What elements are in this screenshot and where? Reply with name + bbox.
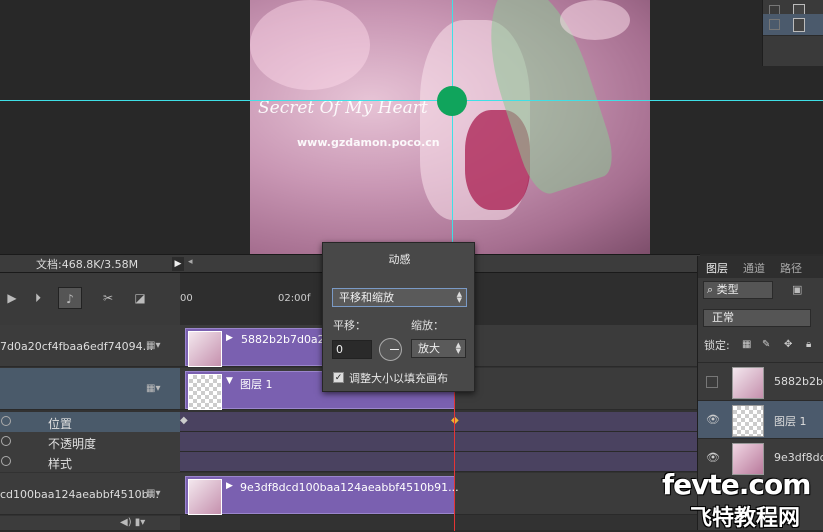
horizontal-guide[interactable] bbox=[0, 100, 823, 101]
layer-thumbnail bbox=[732, 405, 764, 437]
clip-thumbnail bbox=[188, 374, 222, 410]
layer-row-selected[interactable]: 👁︎ 图层 1 bbox=[698, 400, 823, 438]
property-label: 不透明度 bbox=[48, 437, 97, 451]
pan-angle-input[interactable]: 0 bbox=[332, 340, 372, 359]
property-row-position[interactable]: 位置 bbox=[0, 412, 180, 432]
ruler-label-start: 00 bbox=[180, 293, 193, 304]
stopwatch-icon[interactable] bbox=[1, 416, 11, 426]
zoom-select[interactable]: 放大 ▲ ▼ bbox=[411, 339, 466, 358]
track-name: 7d0a20cf4fbaa6edf74094... bbox=[0, 340, 154, 353]
tab-layers[interactable]: 图层 bbox=[706, 260, 728, 276]
next-frame-icon[interactable]: ⏵ bbox=[26, 287, 50, 309]
lock-position-icon[interactable]: ✥ bbox=[784, 339, 795, 350]
photo-preview bbox=[250, 0, 650, 254]
zoom-label: 缩放： bbox=[411, 319, 444, 332]
film-icon[interactable]: ▦▾ bbox=[146, 340, 160, 351]
photo-signature: Secret Of My Heart bbox=[258, 98, 428, 118]
track-header-selected[interactable]: ▦▾ bbox=[0, 368, 180, 410]
lock-all-icon[interactable]: 🔒︎ bbox=[806, 339, 817, 350]
audio-track-icon[interactable]: ◀) ▮▾ bbox=[120, 517, 145, 528]
property-label: 位置 bbox=[48, 417, 73, 431]
property-row-opacity[interactable]: 不透明度 bbox=[0, 432, 180, 452]
film-icon[interactable]: ▦▾ bbox=[146, 488, 160, 499]
photo-url-watermark: www.gzdamon.poco.cn bbox=[297, 136, 440, 149]
layer-name: 9e3df8dcd bbox=[774, 451, 823, 464]
popup-title: 动感 bbox=[388, 253, 411, 266]
keyframe-lane: ◆ ◆ bbox=[180, 412, 697, 432]
mini-layer-row[interactable] bbox=[763, 14, 823, 36]
layer-name: 5882b2b7 bbox=[774, 375, 823, 388]
site-watermark-cn: 飞特教程网 bbox=[690, 506, 801, 531]
track-name: cd100baa124aeabbf4510b... bbox=[0, 488, 160, 501]
blend-mode-select[interactable]: 正常 bbox=[703, 309, 811, 327]
tab-channels[interactable]: 通道 bbox=[743, 260, 765, 276]
lock-label: 锁定: bbox=[704, 339, 730, 352]
video-clip[interactable]: ▶ 9e3df8dcd100baa124aeabbf4510b91... bbox=[185, 476, 459, 515]
filter-type: 类型 bbox=[716, 283, 739, 296]
eye-icon[interactable]: 👁︎ bbox=[706, 452, 720, 464]
property-row-style[interactable]: 样式 bbox=[0, 452, 180, 472]
resize-checkbox[interactable]: ✓ bbox=[333, 372, 344, 383]
mini-layers-panel bbox=[762, 0, 823, 66]
pan-anchor-dot[interactable] bbox=[437, 86, 467, 116]
video-clip[interactable]: ▶ 5882b2b7d0a20 bbox=[185, 328, 332, 367]
visibility-toggle[interactable] bbox=[706, 376, 718, 388]
stopwatch-icon[interactable] bbox=[1, 456, 11, 466]
select-arrows-icon: ▲ ▼ bbox=[456, 290, 462, 304]
status-menu-arrow-icon[interactable]: ▶ bbox=[172, 257, 184, 271]
clip-expand-icon[interactable]: ▶ bbox=[226, 481, 233, 491]
layer-row[interactable]: 5882b2b7 bbox=[698, 362, 823, 400]
tab-paths[interactable]: 路径 bbox=[780, 260, 802, 276]
layer-name: 图层 1 bbox=[774, 415, 807, 428]
image-filter-icon[interactable]: ▣ bbox=[792, 283, 802, 296]
clip-thumbnail bbox=[188, 479, 222, 515]
stopwatch-icon[interactable] bbox=[1, 436, 11, 446]
site-watermark: fevte.com bbox=[662, 468, 811, 501]
split-scissors-icon[interactable]: ✂ bbox=[96, 287, 120, 309]
pan-label: 平移： bbox=[333, 319, 366, 332]
clip-title: 图层 1 bbox=[240, 378, 273, 391]
resize-label: 调整大小以填充画布 bbox=[349, 372, 448, 385]
clip-expand-icon[interactable]: ▶ bbox=[226, 333, 233, 343]
keyframe-lane bbox=[180, 432, 697, 452]
timeline-toolbar: ▶ ⏵ ♪ ✂ ◪ bbox=[0, 273, 180, 325]
audio-track-header[interactable]: ◀) ▮▾ bbox=[0, 516, 180, 531]
motion-popup: 动感 平移和缩放 ▲ ▼ 平移： 缩放： 0 放大 ▲ ▼ ✓ 调整大小以填充画布 bbox=[322, 242, 475, 392]
dial-needle bbox=[390, 349, 399, 350]
audio-icon[interactable]: ♪ bbox=[58, 287, 82, 309]
track-lane: ▶ 9e3df8dcd100baa124aeabbf4510b91... bbox=[180, 473, 697, 515]
selected-preset: 平移和缩放 bbox=[339, 291, 394, 304]
play-icon[interactable]: ▶ bbox=[0, 287, 24, 309]
clip-thumbnail bbox=[188, 331, 222, 367]
transition-icon[interactable]: ◪ bbox=[128, 287, 152, 309]
track-header[interactable]: cd100baa124aeabbf4510b... ▦▾ bbox=[0, 473, 180, 515]
mini-layer-checkbox[interactable] bbox=[769, 19, 780, 30]
document-icon bbox=[793, 18, 805, 32]
selected-zoom: 放大 bbox=[418, 342, 440, 355]
eye-icon[interactable]: 👁︎ bbox=[706, 414, 720, 426]
lock-transparent-icon[interactable]: ▦ bbox=[742, 339, 753, 350]
document-info: 文档:468.8K/3.58M bbox=[36, 258, 139, 271]
select-arrows-icon: ▲ ▼ bbox=[455, 341, 461, 355]
scroll-left-icon[interactable]: ◂ bbox=[188, 257, 193, 267]
clip-title: 5882b2b7d0a20 bbox=[241, 333, 332, 346]
vertical-guide[interactable] bbox=[452, 0, 453, 254]
keyframe-diamond-icon[interactable]: ◆ bbox=[180, 415, 188, 426]
ruler-label-2s: 02:00f bbox=[278, 293, 311, 304]
layer-thumbnail bbox=[732, 367, 764, 399]
motion-preset-select[interactable]: 平移和缩放 ▲ ▼ bbox=[332, 288, 467, 307]
layer-filter-select[interactable]: ⌕ 类型 bbox=[703, 281, 773, 299]
track-header[interactable]: 7d0a20cf4fbaa6edf74094... ▦▾ bbox=[0, 325, 180, 367]
keyframe-lane bbox=[180, 452, 697, 472]
search-icon: ⌕ bbox=[707, 283, 714, 296]
panel-tabs: 图层 通道 路径 bbox=[698, 256, 823, 278]
property-label: 样式 bbox=[48, 457, 73, 471]
film-icon[interactable]: ▦▾ bbox=[146, 383, 160, 394]
lock-paint-icon[interactable]: ✎ bbox=[762, 339, 773, 350]
clip-title: 9e3df8dcd100baa124aeabbf4510b91... bbox=[240, 481, 459, 494]
clip-collapse-icon[interactable]: ▼ bbox=[226, 376, 233, 386]
